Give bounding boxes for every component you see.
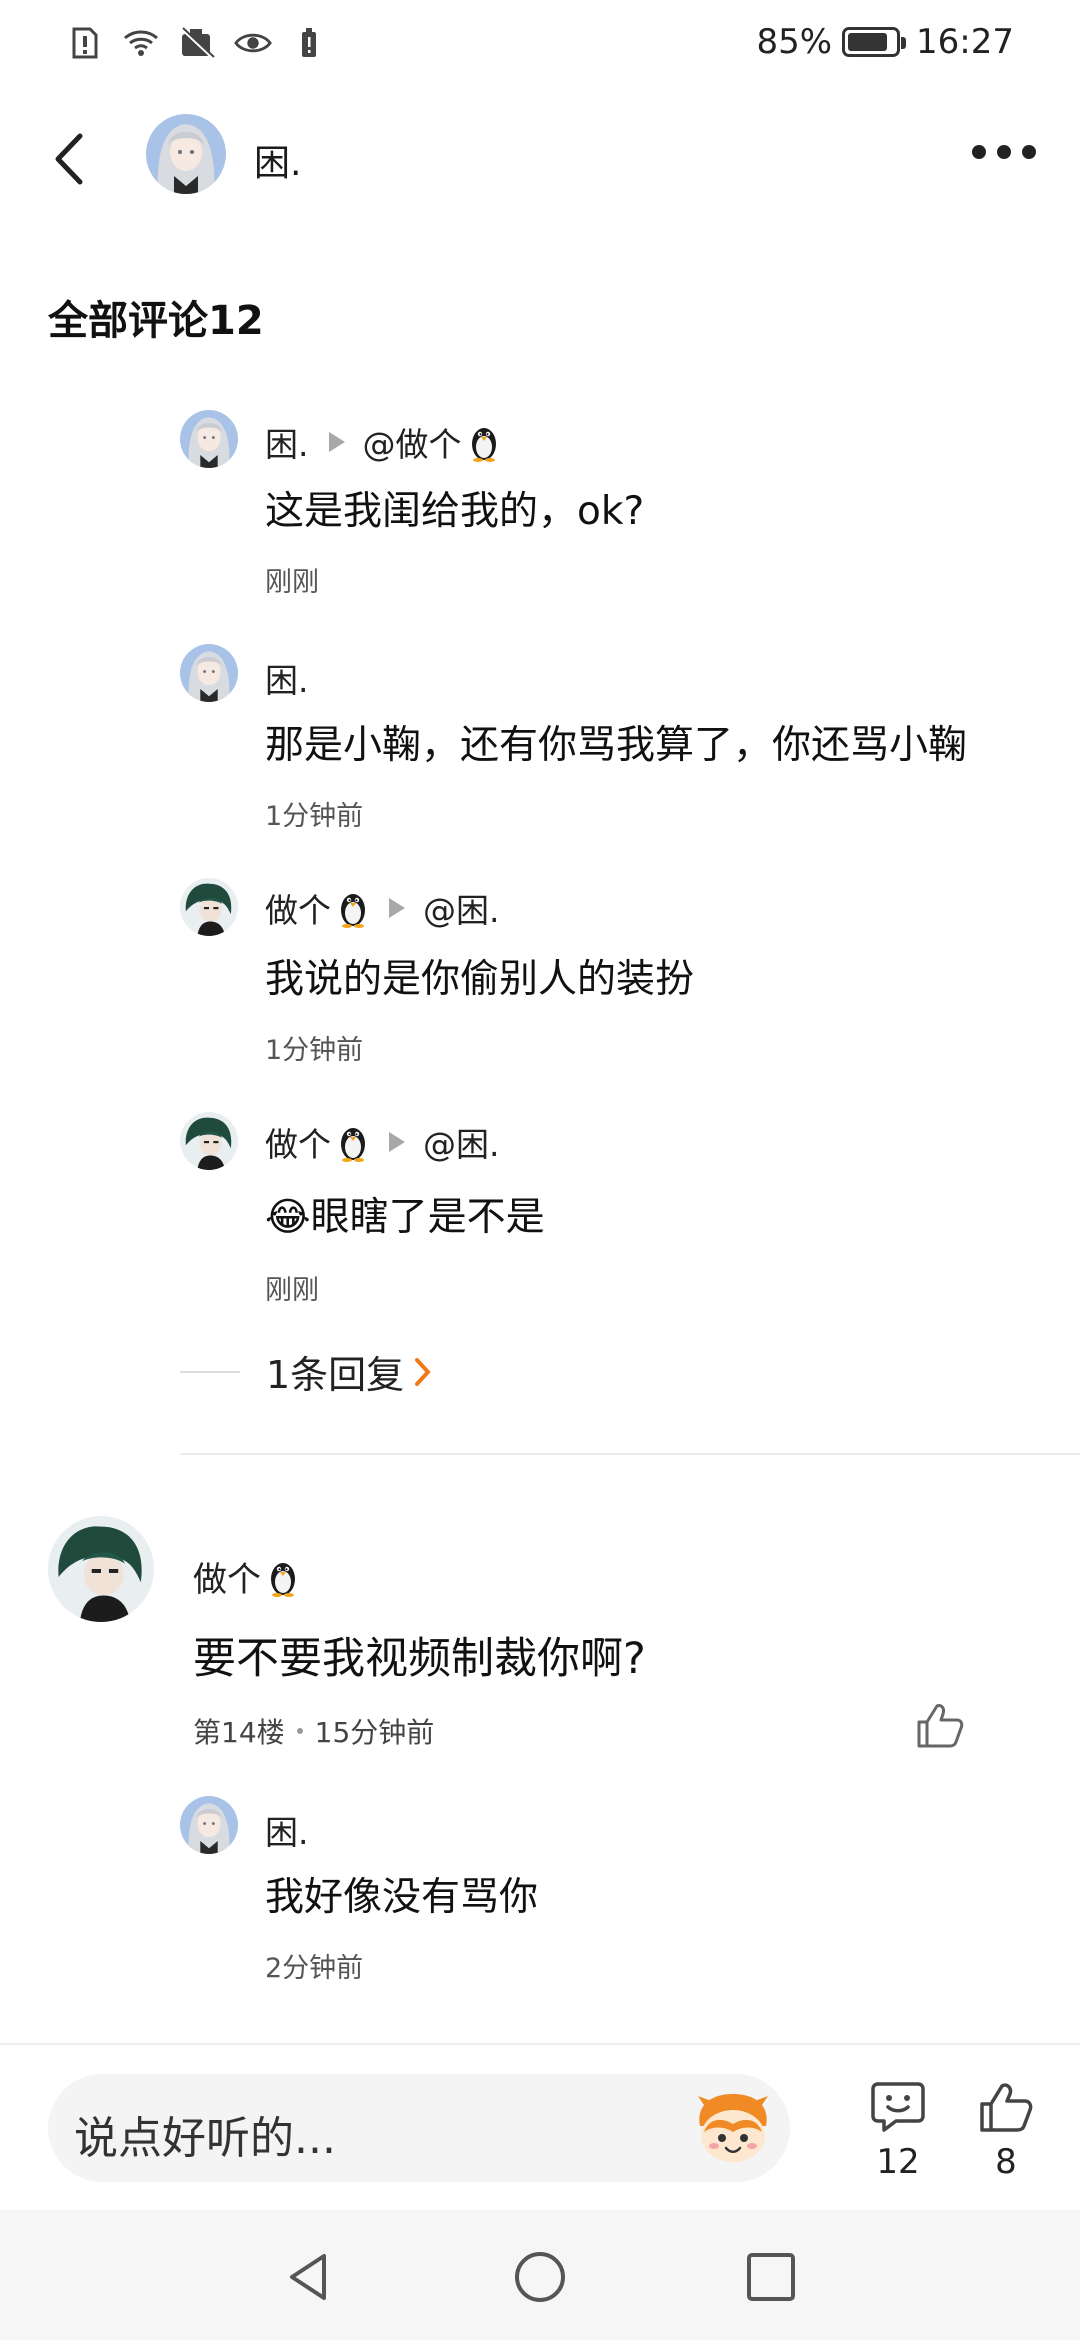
reply-header: 困. @做个: [265, 418, 500, 466]
dot-icon: [997, 145, 1011, 159]
reply-target[interactable]: @做个: [363, 418, 462, 466]
separator-dot: [296, 1728, 303, 1734]
comment-like-button[interactable]: [915, 1700, 965, 1750]
more-replies-link[interactable]: 1条回复: [180, 1344, 432, 1399]
penguin-emoji-icon: [337, 888, 369, 928]
reply-author[interactable]: 困.: [265, 418, 309, 466]
comment-input-placeholder: 说点好听的...: [74, 2113, 336, 2164]
reply-arrow-icon: [389, 1132, 405, 1152]
avatar[interactable]: [180, 1112, 238, 1170]
header: 困.: [0, 100, 1080, 220]
square-recents-icon: [747, 2253, 795, 2301]
battery-alert-icon: [290, 24, 328, 62]
penguin-emoji-icon: [337, 1122, 369, 1162]
thumbs-up-icon: [917, 1704, 964, 1748]
header-username[interactable]: 困.: [254, 134, 301, 186]
status-right: 85% 16:27: [756, 22, 1014, 62]
clock: 16:27: [916, 22, 1014, 62]
no-sim-icon: [178, 24, 216, 62]
reply-text: 我好像没有骂你: [265, 1875, 539, 1920]
reply-author[interactable]: 困.: [265, 654, 309, 702]
nav-recents-button[interactable]: [744, 2250, 798, 2304]
reply-text: 我说的是你偷别人的装扮: [265, 957, 695, 1002]
dot-icon: [972, 145, 986, 159]
system-nav-bar: [0, 2210, 1080, 2340]
avatar[interactable]: [180, 644, 238, 702]
nav-back-button[interactable]: [282, 2250, 336, 2304]
comment-bubble-icon: [871, 2082, 925, 2132]
reply-author[interactable]: 做个: [265, 884, 331, 932]
reply-text: 这是我闺给我的，ok?: [265, 489, 645, 534]
battery-fill: [848, 33, 888, 51]
reply-text: 😂眼瞎了是不是: [265, 1186, 545, 1242]
dot-icon: [1022, 145, 1036, 159]
reply-author[interactable]: 做个: [265, 1118, 331, 1166]
comment-meta: 第14楼 15分钟前: [193, 1711, 434, 1751]
avatar[interactable]: [180, 410, 238, 468]
battery-icon: [842, 27, 907, 57]
comment-author[interactable]: 做个: [193, 1552, 299, 1601]
more-options-button[interactable]: [972, 140, 1036, 164]
comment-input[interactable]: 说点好听的...: [48, 2074, 790, 2182]
avatar[interactable]: [180, 878, 238, 936]
laughing-emoji: 😂: [265, 1195, 311, 1240]
nav-home-button[interactable]: [513, 2250, 567, 2304]
reply-target[interactable]: @困.: [423, 1118, 500, 1166]
reply-time: 刚刚: [265, 1275, 319, 1306]
reply-time: 2分钟前: [265, 1953, 364, 1984]
thumbs-up-icon: [980, 2083, 1033, 2132]
reply-arrow-icon: [389, 898, 405, 918]
penguin-emoji-icon: [267, 1557, 299, 1597]
circle-home-icon: [515, 2252, 565, 2302]
header-avatar[interactable]: [146, 114, 226, 194]
reply-text: 那是小鞠，还有你骂我算了，你还骂小鞠: [265, 723, 968, 768]
comment-floor: 第14楼: [193, 1716, 285, 1749]
battery-percent: 85%: [756, 22, 833, 62]
reply-header: 做个 @困.: [265, 884, 500, 932]
status-bar: 85% 16:27: [0, 0, 1080, 90]
chevron-right-icon: [415, 1357, 431, 1386]
avatar[interactable]: [180, 1796, 238, 1854]
reply-header: 困.: [265, 654, 309, 702]
comments-section-title: 全部评论12: [48, 298, 264, 344]
alert-icon: [66, 24, 104, 62]
reply-header: 困.: [265, 1806, 309, 1854]
bottom-bar-border: [0, 2043, 1080, 2045]
penguin-emoji-icon: [468, 422, 500, 462]
back-button[interactable]: [46, 128, 94, 190]
comment-time: 15分钟前: [314, 1716, 435, 1749]
more-replies-line: [180, 1370, 240, 1373]
status-icons: [66, 24, 328, 62]
mascot-face-icon: [698, 2094, 768, 2162]
comment-text: 要不要我视频制裁你啊?: [193, 1634, 646, 1684]
reply-arrow-icon: [328, 432, 345, 452]
reply-target[interactable]: @困.: [423, 884, 500, 932]
eye-icon: [234, 24, 272, 62]
divider: [180, 1453, 1080, 1455]
comment-count: 12: [876, 2142, 920, 2182]
reply-time: 刚刚: [265, 567, 319, 598]
like-count: 8: [995, 2142, 1017, 2182]
reply-time: 1分钟前: [265, 1035, 364, 1066]
wifi-icon: [122, 24, 160, 62]
like-button[interactable]: 8: [966, 2080, 1046, 2182]
reply-text-body: 眼瞎了是不是: [310, 1195, 545, 1240]
reply-time: 1分钟前: [265, 801, 364, 832]
comments-button[interactable]: 12: [858, 2080, 938, 2182]
comment-avatar[interactable]: [48, 1516, 154, 1622]
more-replies-text: 1条回复: [266, 1353, 405, 1397]
emoji-button[interactable]: [690, 2086, 776, 2172]
triangle-back-icon: [290, 2254, 326, 2300]
reply-header: 做个 @困.: [265, 1118, 500, 1166]
chevron-left-icon: [55, 133, 83, 185]
comment-author-name: 做个: [193, 1560, 261, 1600]
reply-author[interactable]: 困.: [265, 1806, 309, 1854]
